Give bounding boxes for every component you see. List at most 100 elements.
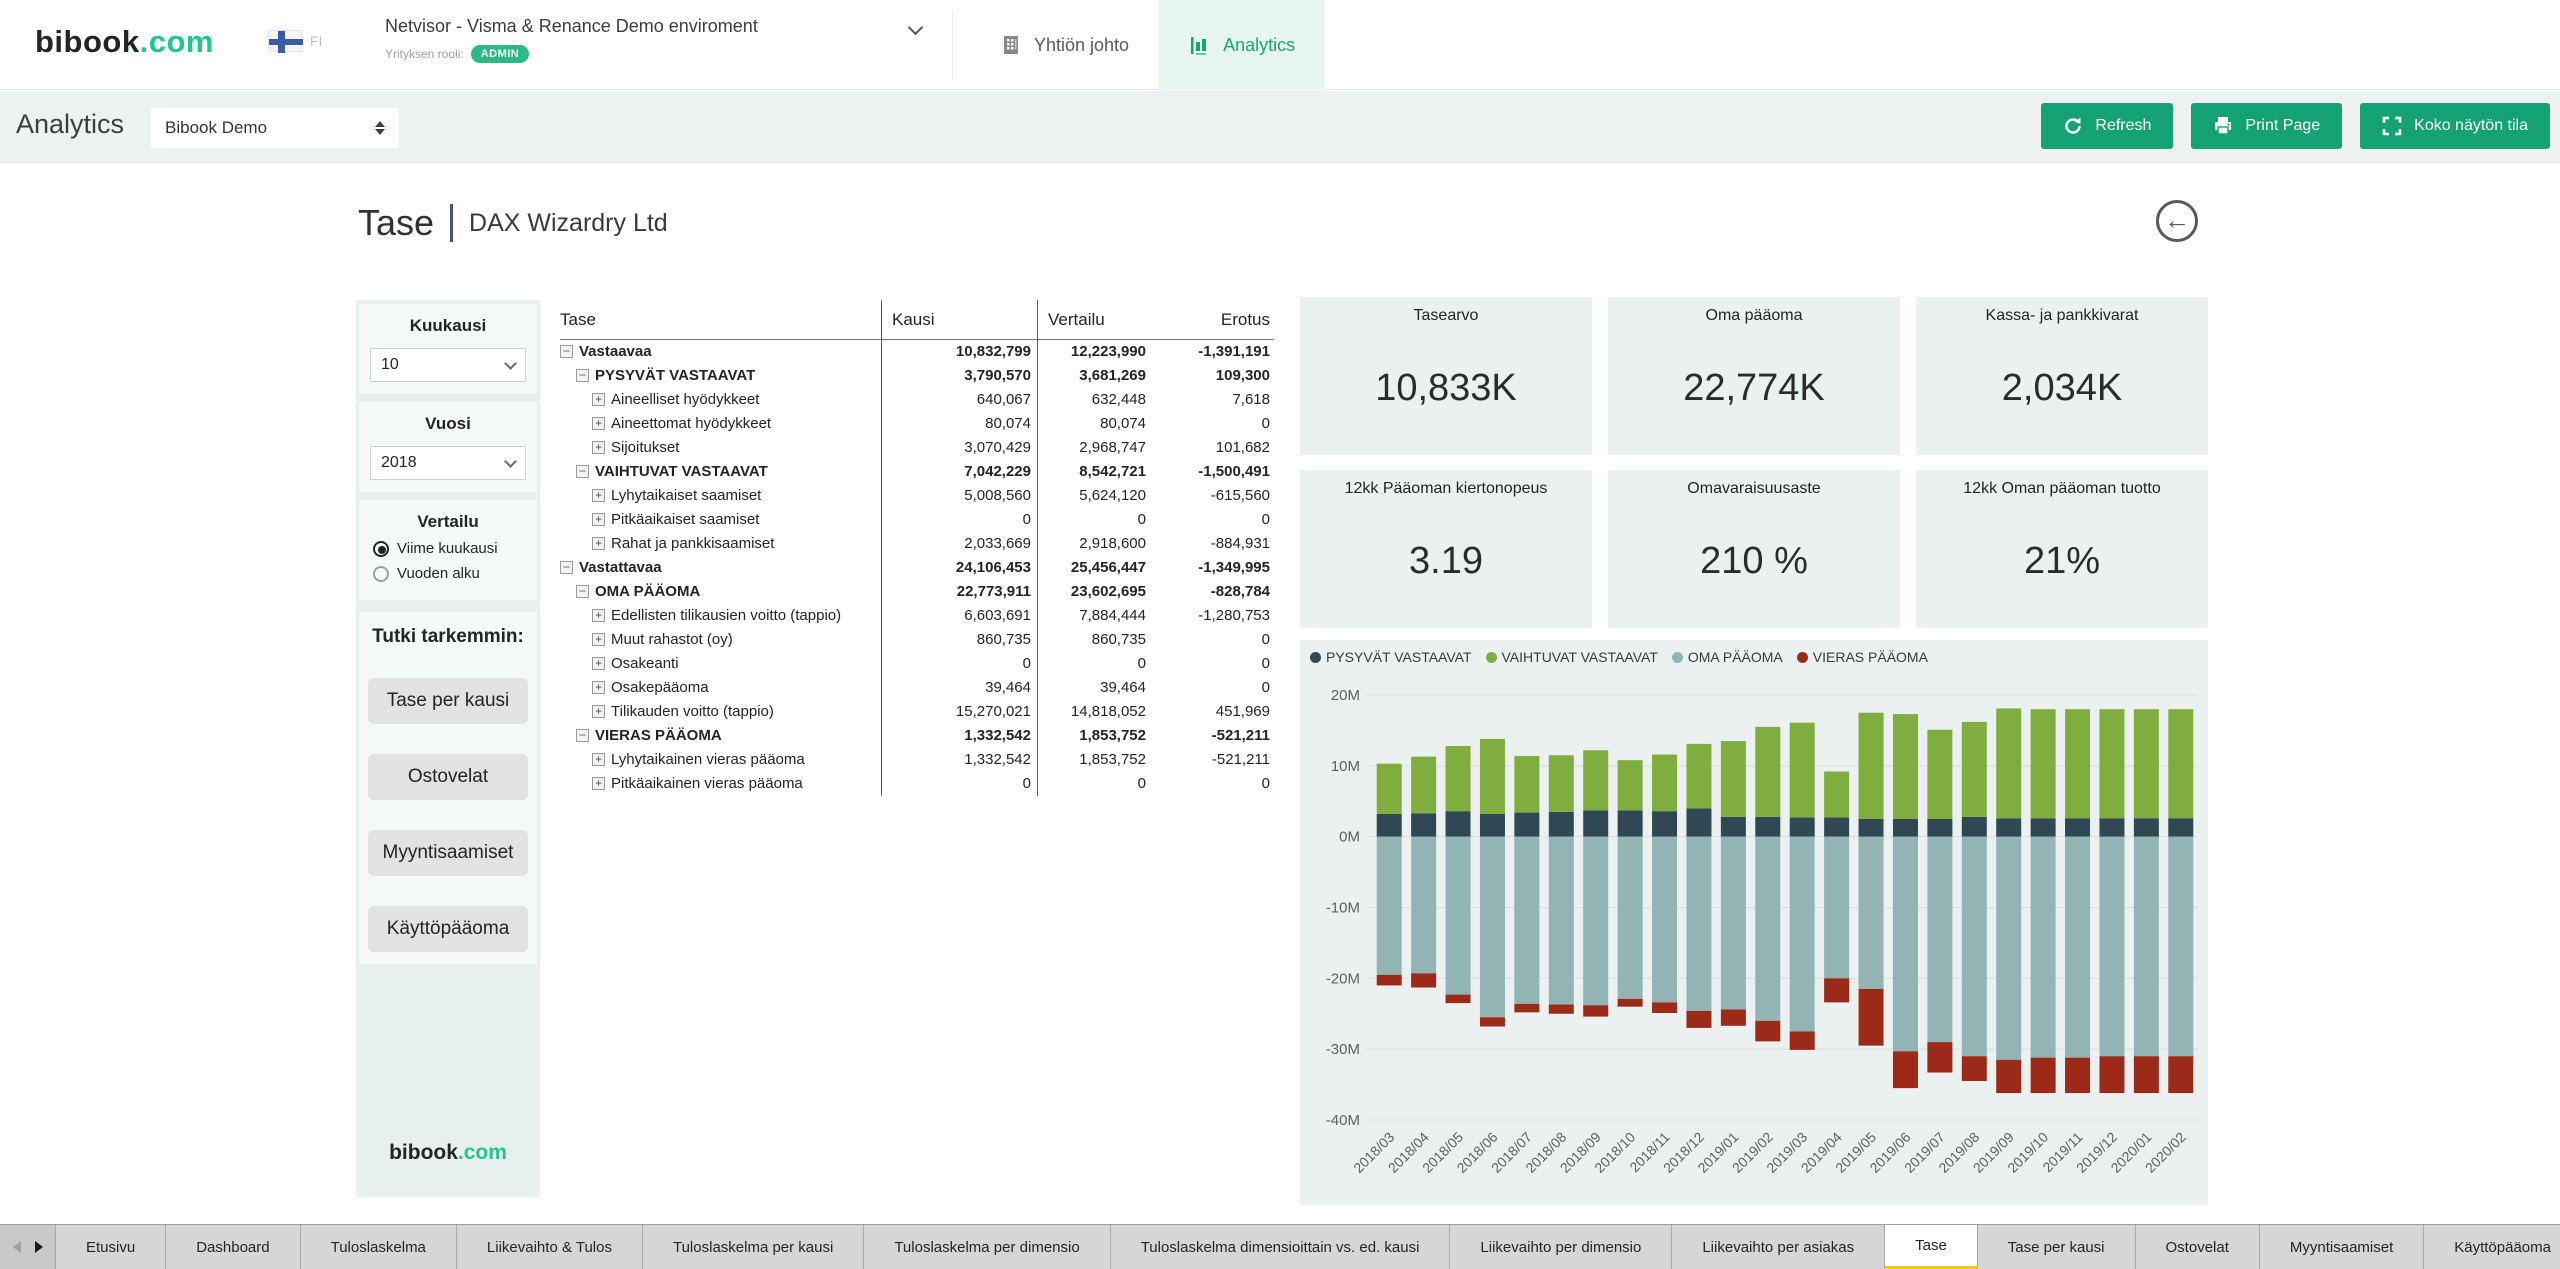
page-tab-liikevaihto-per-dimensio[interactable]: Liikevaihto per dimensio (1450, 1225, 1672, 1269)
report-select[interactable]: Bibook Demo (150, 107, 400, 149)
radio-option-viime-kuukausi[interactable]: Viime kuukausi (373, 540, 537, 557)
expand-icon[interactable]: + (592, 633, 605, 646)
table-row[interactable]: +Pitkäaikaiset saamiset000 (560, 508, 1274, 532)
tab-next-button[interactable] (35, 1241, 43, 1253)
tab-prev-button[interactable] (13, 1241, 21, 1253)
expand-icon[interactable]: + (592, 609, 605, 622)
legend-item-vaihtuvat-vastaavat[interactable]: VAIHTUVAT VASTAAVAT (1486, 649, 1658, 665)
erotus-value: -1,391,191 (1156, 340, 1274, 364)
expand-icon[interactable]: + (592, 777, 605, 790)
collapse-icon[interactable]: − (560, 561, 573, 574)
table-row[interactable]: −PYSYVÄT VASTAAVAT3,790,5703,681,269109,… (560, 364, 1274, 388)
expand-icon[interactable]: + (592, 537, 605, 550)
erotus-value: 0 (1156, 508, 1274, 532)
table-row[interactable]: +Sijoitukset3,070,4292,968,747101,682 (560, 436, 1274, 460)
expand-icon[interactable]: + (592, 657, 605, 670)
table-row[interactable]: +Rahat ja pankkisaamiset2,033,6692,918,6… (560, 532, 1274, 556)
expand-icon[interactable]: + (592, 513, 605, 526)
page-tab-liikevaihto-tulos[interactable]: Liikevaihto & Tulos (457, 1225, 643, 1269)
table-row[interactable]: −Vastaavaa10,832,79912,223,990-1,391,191 (560, 340, 1274, 364)
back-button[interactable]: ← (2156, 200, 2198, 242)
collapse-icon[interactable]: − (576, 369, 589, 382)
kpi-card-3[interactable]: 12kk Pääoman kiertonopeus3.19 (1300, 470, 1592, 628)
explore-button-tase-per-kausi[interactable]: Tase per kausi (368, 678, 528, 724)
row-label-cell: +Rahat ja pankkisaamiset (560, 532, 882, 556)
page-tab-käyttöpääoma[interactable]: Käyttöpääoma (2424, 1225, 2560, 1269)
page-tab-tuloslaskelma-per-kausi[interactable]: Tuloslaskelma per kausi (643, 1225, 864, 1269)
table-row[interactable]: −VIERAS PÄÄOMA1,332,5421,853,752-521,211 (560, 724, 1274, 748)
table-row[interactable]: +Osakepääoma39,46439,4640 (560, 676, 1274, 700)
collapse-icon[interactable]: − (576, 465, 589, 478)
table-row[interactable]: +Aineelliset hyödykkeet640,067632,4487,6… (560, 388, 1274, 412)
legend-item-pysyvät-vastaavat[interactable]: PYSYVÄT VASTAAVAT (1310, 649, 1472, 665)
table-row[interactable]: +Lyhytaikainen vieras pääoma1,332,5421,8… (560, 748, 1274, 772)
expand-icon[interactable]: + (592, 705, 605, 718)
header-tab-yhtiön-johto[interactable]: Yhtiön johto (970, 0, 1159, 90)
kausi-value: 640,067 (882, 388, 1038, 412)
page-tab-ostovelat[interactable]: Ostovelat (2136, 1225, 2260, 1269)
koko-näytön-tila-button[interactable]: Koko näytön tila (2360, 103, 2550, 149)
row-label-cell: +Aineettomat hyödykkeet (560, 412, 882, 436)
expand-icon[interactable]: + (592, 417, 605, 430)
kpi-card-2[interactable]: Kassa- ja pankkivarat2,034K (1916, 297, 2208, 455)
col-header-erotus[interactable]: Erotus (1156, 310, 1274, 330)
row-label: Sijoitukset (611, 436, 679, 460)
print-page-button[interactable]: Print Page (2191, 103, 2342, 149)
kpi-card-1[interactable]: Oma pääoma22,774K (1608, 297, 1900, 455)
kausi-value: 6,603,691 (882, 604, 1038, 628)
collapse-icon[interactable]: − (560, 345, 573, 358)
year-select[interactable]: 2018 (370, 446, 526, 480)
header-divider (952, 10, 953, 80)
workspace-role-label: Yrityksen rooli: (385, 47, 464, 61)
table-row[interactable]: +Edellisten tilikausien voitto (tappio)6… (560, 604, 1274, 628)
collapse-icon[interactable]: − (576, 729, 589, 742)
col-header-kausi[interactable]: Kausi (882, 300, 1038, 340)
col-header-tase[interactable]: Tase (560, 300, 882, 340)
expand-icon[interactable]: + (592, 489, 605, 502)
expand-icon[interactable]: + (592, 393, 605, 406)
table-row[interactable]: −Vastattavaa24,106,45325,456,447-1,349,9… (560, 556, 1274, 580)
explore-button-ostovelat[interactable]: Ostovelat (368, 754, 528, 800)
expand-icon[interactable]: + (592, 753, 605, 766)
table-row[interactable]: +Aineettomat hyödykkeet80,07480,0740 (560, 412, 1274, 436)
explore-button-käyttöpääoma[interactable]: Käyttöpääoma (368, 906, 528, 952)
page-tab-tase[interactable]: Tase (1885, 1225, 1978, 1269)
page-tab-liikevaihto-per-asiakas[interactable]: Liikevaihto per asiakas (1672, 1225, 1885, 1269)
page-tab-tase-per-kausi[interactable]: Tase per kausi (1978, 1225, 2136, 1269)
workspace-selector[interactable]: Netvisor - Visma & Renance Demo envirome… (385, 16, 945, 63)
kpi-card-0[interactable]: Tasearvo10,833K (1300, 297, 1592, 455)
table-row[interactable]: +Pitkäaikainen vieras pääoma000 (560, 772, 1274, 796)
header-tab-analytics[interactable]: Analytics (1159, 0, 1325, 90)
row-label: Pitkäaikainen vieras pääoma (611, 772, 803, 796)
legend-item-vieras-pääoma[interactable]: VIERAS PÄÄOMA (1797, 649, 1928, 665)
month-select[interactable]: 10 (370, 348, 526, 382)
col-header-vertailu[interactable]: Vertailu (1038, 310, 1156, 330)
page-tab-tuloslaskelma[interactable]: Tuloslaskelma (301, 1225, 457, 1269)
language-selector[interactable]: FI (268, 30, 322, 52)
table-row[interactable]: +Muut rahastot (oy)860,735860,7350 (560, 628, 1274, 652)
kausi-value: 0 (882, 652, 1038, 676)
year-select-value: 2018 (381, 454, 417, 472)
page-tab-tuloslaskelma-dimensioittain-vs-ed-kausi[interactable]: Tuloslaskelma dimensioittain vs. ed. kau… (1111, 1225, 1451, 1269)
expand-icon[interactable]: + (592, 441, 605, 454)
expand-icon[interactable]: + (592, 681, 605, 694)
page-tab-etusivu[interactable]: Etusivu (56, 1225, 166, 1269)
kpi-card-4[interactable]: Omavaraisuusaste210 % (1608, 470, 1900, 628)
table-row[interactable]: +Lyhytaikaiset saamiset5,008,5605,624,12… (560, 484, 1274, 508)
collapse-icon[interactable]: − (576, 585, 589, 598)
refresh-button[interactable]: Refresh (2041, 103, 2173, 149)
radio-option-vuoden-alku[interactable]: Vuoden alku (373, 565, 537, 582)
page-tab-tuloslaskelma-per-dimensio[interactable]: Tuloslaskelma per dimensio (864, 1225, 1110, 1269)
table-row[interactable]: −OMA PÄÄOMA22,773,91123,602,695-828,784 (560, 580, 1274, 604)
vertailu-value: 14,818,052 (1038, 700, 1156, 724)
table-row[interactable]: +Osakeanti000 (560, 652, 1274, 676)
stacked-bar-chart[interactable]: 20M10M0M-10M-20M-30M-40M2018/032018/0420… (1300, 665, 2208, 1195)
page-tab-myyntisaamiset[interactable]: Myyntisaamiset (2260, 1225, 2424, 1269)
legend-item-oma-pääoma[interactable]: OMA PÄÄOMA (1672, 649, 1783, 665)
report-company: DAX Wizardry Ltd (469, 209, 668, 238)
table-row[interactable]: +Tilikauden voitto (tappio)15,270,02114,… (560, 700, 1274, 724)
page-tab-dashboard[interactable]: Dashboard (166, 1225, 300, 1269)
kpi-card-5[interactable]: 12kk Oman pääoman tuotto21% (1916, 470, 2208, 628)
explore-button-myyntisaamiset[interactable]: Myyntisaamiset (368, 830, 528, 876)
table-row[interactable]: −VAIHTUVAT VASTAAVAT7,042,2298,542,721-1… (560, 460, 1274, 484)
